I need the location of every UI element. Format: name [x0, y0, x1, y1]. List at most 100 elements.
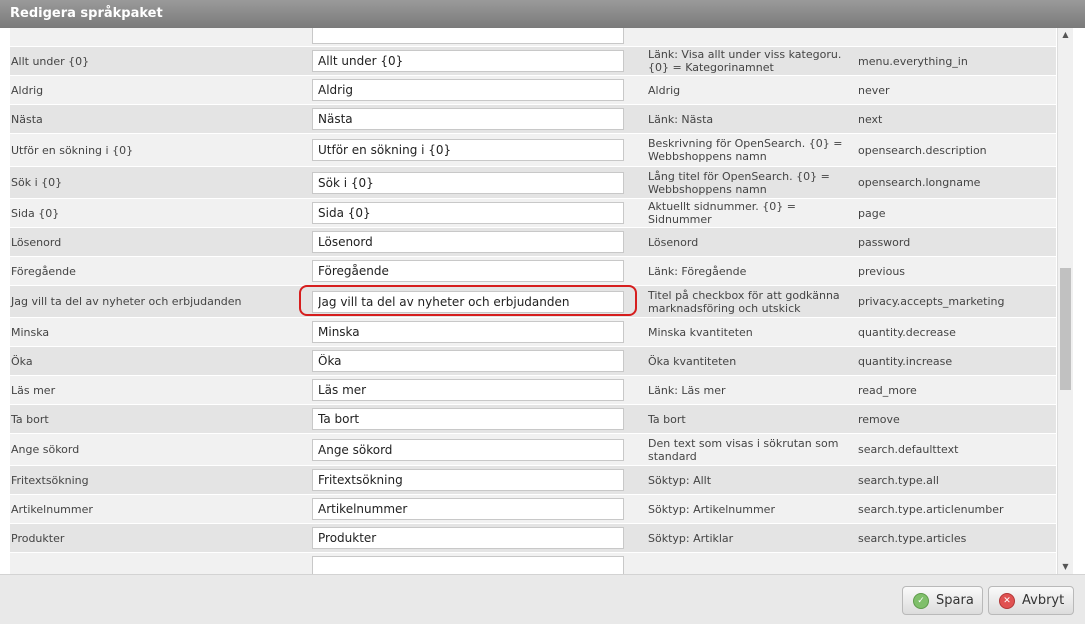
row-description: Beskrivning för OpenSearch. {0} = Webbsh…: [648, 137, 843, 163]
row-name: [11, 28, 301, 46]
translation-input[interactable]: [312, 527, 624, 549]
table-row: Lösenord Lösenord password: [10, 227, 1056, 256]
row-description: Länk: Visa allt under viss kategoru. {0}…: [648, 48, 842, 74]
row-value-cell: [312, 199, 624, 227]
scrollbar-thumb[interactable]: [1060, 268, 1071, 390]
row-description: Aldrig: [648, 83, 681, 97]
scrollbar[interactable]: ▲ ▼: [1057, 28, 1073, 574]
language-table: Allt under {0} Länk: Visa allt under viss…: [0, 28, 1085, 574]
dialog-title: Redigera språkpaket: [0, 0, 1085, 28]
row-name: Föregående: [11, 264, 76, 278]
row-description: Länk: Nästa: [648, 112, 714, 126]
row-key: page: [858, 206, 886, 220]
translation-input[interactable]: [312, 379, 624, 401]
row-value-cell: [312, 28, 624, 46]
row-description: Den text som visas i sökrutan som standa…: [648, 436, 839, 463]
check-icon: ✓: [913, 592, 929, 609]
row-key: quantity.decrease: [858, 325, 956, 339]
translation-input[interactable]: [312, 498, 624, 520]
translation-input[interactable]: [312, 108, 624, 130]
row-value-cell: [312, 524, 624, 552]
row-name: Öka: [11, 354, 33, 368]
row-description: Öka kvantiteten: [648, 354, 737, 368]
table-row: Ange sökord Den text som visas i sökrutan…: [10, 433, 1056, 465]
row-name: Ta bort: [11, 412, 49, 426]
row-key: never: [858, 83, 890, 97]
row-value-cell: [312, 434, 624, 465]
row-value-cell: [312, 376, 624, 404]
row-value-cell: [312, 105, 624, 133]
translation-input[interactable]: [312, 321, 624, 343]
translation-input[interactable]: [312, 260, 624, 282]
translation-input[interactable]: [312, 139, 624, 161]
row-value-cell: [312, 553, 624, 574]
row-name: Produkter: [11, 531, 65, 545]
row-value-cell: [312, 257, 624, 285]
row-name: Nästa: [11, 112, 43, 126]
row-key: privacy.accepts_marketing: [858, 295, 1005, 308]
row-name: Lösenord: [11, 235, 62, 249]
row-description: [648, 553, 853, 574]
cancel-button[interactable]: ✕ Avbryt: [988, 586, 1074, 615]
translation-input[interactable]: [312, 290, 624, 313]
row-value-cell: [312, 466, 624, 494]
table-row: Artikelnummer Söktyp: Artikelnummer search…: [10, 494, 1056, 523]
table-row: Öka Öka kvantiteten quantity.increase: [10, 346, 1056, 375]
table-row: Nästa Länk: Nästa next: [10, 104, 1056, 133]
row-key: password: [858, 235, 911, 249]
row-description: Lösenord: [648, 235, 699, 249]
translation-input[interactable]: [312, 79, 624, 101]
row-value-cell: [312, 286, 624, 317]
save-button[interactable]: ✓ Spara: [902, 586, 983, 615]
arrow-up-icon[interactable]: ▲: [1058, 28, 1073, 42]
row-key: remove: [858, 412, 900, 426]
row-name: Artikelnummer: [11, 502, 93, 516]
row-value-cell: [312, 318, 624, 346]
translation-input[interactable]: [312, 202, 624, 224]
table-row: Aldrig Aldrig never: [10, 75, 1056, 104]
table-row: Läs mer Länk: Läs mer read_more: [10, 375, 1056, 404]
row-key: previous: [858, 264, 906, 278]
table-row: Sida {0} Aktuellt sidnummer. {0} = Sidnum…: [10, 198, 1056, 227]
row-key: search.type.articles: [858, 531, 967, 545]
translation-input[interactable]: [312, 350, 624, 372]
row-key: opensearch.description: [858, 143, 987, 157]
row-name: [11, 553, 301, 574]
row-name: Sida {0}: [11, 206, 60, 220]
row-name: Minska: [11, 325, 50, 339]
row-name: Ange sökord: [11, 443, 80, 456]
row-name: Jag vill ta del av nyheter och erbjudand…: [11, 295, 242, 308]
table-row: Allt under {0} Länk: Visa allt under viss…: [10, 46, 1056, 75]
row-description: Aktuellt sidnummer. {0} = Sidnummer: [648, 200, 796, 226]
table-row: Produkter Söktyp: Artiklar search.type.art…: [10, 523, 1056, 552]
table-row: [10, 552, 1056, 574]
translation-input[interactable]: [312, 469, 624, 491]
row-value-cell: [312, 47, 624, 75]
close-icon: ✕: [999, 592, 1015, 609]
translation-input[interactable]: [312, 171, 624, 194]
translation-input[interactable]: [312, 438, 624, 461]
row-name: Allt under {0}: [11, 54, 90, 68]
table-row: Sök i {0} Lång titel för OpenSearch. {0} …: [10, 166, 1056, 198]
row-value-cell: [312, 76, 624, 104]
translation-input[interactable]: [312, 556, 624, 574]
translation-input[interactable]: [312, 408, 624, 430]
row-description: Minska kvantiteten: [648, 325, 753, 339]
row-description: Söktyp: Allt: [648, 473, 712, 487]
row-key: search.type.articlenumber: [858, 502, 1004, 516]
row-key: [858, 28, 1053, 46]
table-row: Ta bort Ta bort remove: [10, 404, 1056, 433]
arrow-down-icon[interactable]: ▼: [1058, 560, 1073, 574]
row-key: read_more: [858, 383, 917, 397]
translation-input[interactable]: [312, 28, 624, 44]
row-value-cell: [312, 134, 624, 166]
row-value-cell: [312, 495, 624, 523]
row-description: Lång titel för OpenSearch. {0} = Webbsho…: [648, 169, 830, 196]
table-row: Fritextsökning Söktyp: Allt search.type.al…: [10, 465, 1056, 494]
translation-input[interactable]: [312, 50, 624, 72]
row-description: Länk: Läs mer: [648, 383, 726, 397]
save-button-label: Spara: [936, 593, 974, 608]
translation-input[interactable]: [312, 231, 624, 253]
row-name: Utför en sökning i {0}: [11, 143, 134, 157]
row-description: Titel på checkbox för att godkänna markn…: [648, 288, 840, 315]
